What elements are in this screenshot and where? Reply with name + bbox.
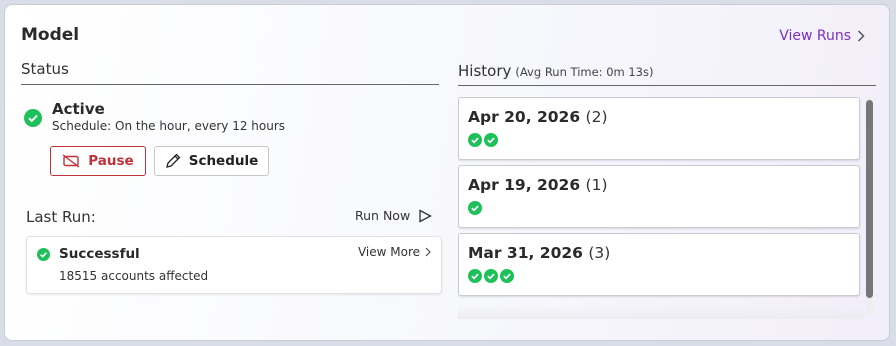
history-item[interactable]: Mar 31, 2026 (3) [458,233,860,296]
card-title: Model [21,25,80,45]
view-runs-link[interactable]: View Runs [779,28,865,44]
history-heading: History (Avg Run Time: 0m 13s) [458,62,653,80]
avg-run-time: (Avg Run Time: 0m 13s) [515,65,654,79]
check-circle-icon [468,269,482,283]
history-count: (1) [585,176,608,194]
schedule-button[interactable]: Schedule [154,146,269,176]
last-run-heading: Last Run: [26,208,96,226]
check-circle-icon [484,269,498,283]
last-run-result: Successful [59,246,140,262]
scrollbar-thumb[interactable] [866,100,873,298]
check-circle-icon [468,133,482,147]
schedule-description: Schedule: On the hour, every 12 hours [52,119,286,133]
history-title: History [458,62,512,80]
check-circle-icon [37,248,50,261]
accounts-affected: 18515 accounts affected [59,269,209,283]
model-card: Model View Runs Status History (Avg Run T… [4,4,890,341]
history-item[interactable]: Apr 20, 2026 (2) [458,97,860,160]
check-circle-icon [484,133,498,147]
view-more-label: View More [357,245,420,259]
pencil-icon [165,153,181,168]
status-divider [21,84,439,85]
history-run-icons [468,269,514,283]
view-more-link[interactable]: View More [358,245,431,259]
status-state: Active [52,100,105,118]
run-now-button[interactable]: Run Now [355,208,433,223]
history-list: Apr 20, 2026 (2) Apr 19, 2026 (1) Mar 31… [458,97,861,317]
history-date-text: Apr 19, 2026 [468,176,581,194]
pause-button[interactable]: Pause [50,146,146,176]
check-circle-icon [24,109,42,127]
history-scrollbar[interactable] [866,98,873,316]
history-date-text: Apr 20, 2026 [468,108,581,126]
history-run-icons [468,133,498,147]
history-item[interactable]: Apr 19, 2026 (1) [458,165,860,228]
history-date-text: Mar 31, 2026 [468,244,583,262]
pause-label: Pause [88,153,134,169]
chevron-right-icon [857,30,865,42]
history-date: Apr 20, 2026 (2) [468,108,608,126]
last-run-card: Successful 18515 accounts affected View … [26,236,442,294]
chevron-right-icon [425,247,431,257]
run-now-label: Run Now [355,208,411,223]
check-circle-icon [500,269,514,283]
play-icon [419,208,433,223]
history-fade [458,305,864,319]
schedule-label: Schedule [188,153,259,169]
history-run-icons [468,201,482,215]
history-count: (3) [588,244,611,262]
history-date: Mar 31, 2026 (3) [468,244,610,262]
history-date: Apr 19, 2026 (1) [468,176,608,194]
status-heading: Status [21,60,69,78]
view-runs-label: View Runs [779,28,851,44]
check-circle-icon [468,201,482,215]
pause-off-icon [62,154,80,168]
history-count: (2) [585,108,608,126]
history-divider [458,85,876,86]
